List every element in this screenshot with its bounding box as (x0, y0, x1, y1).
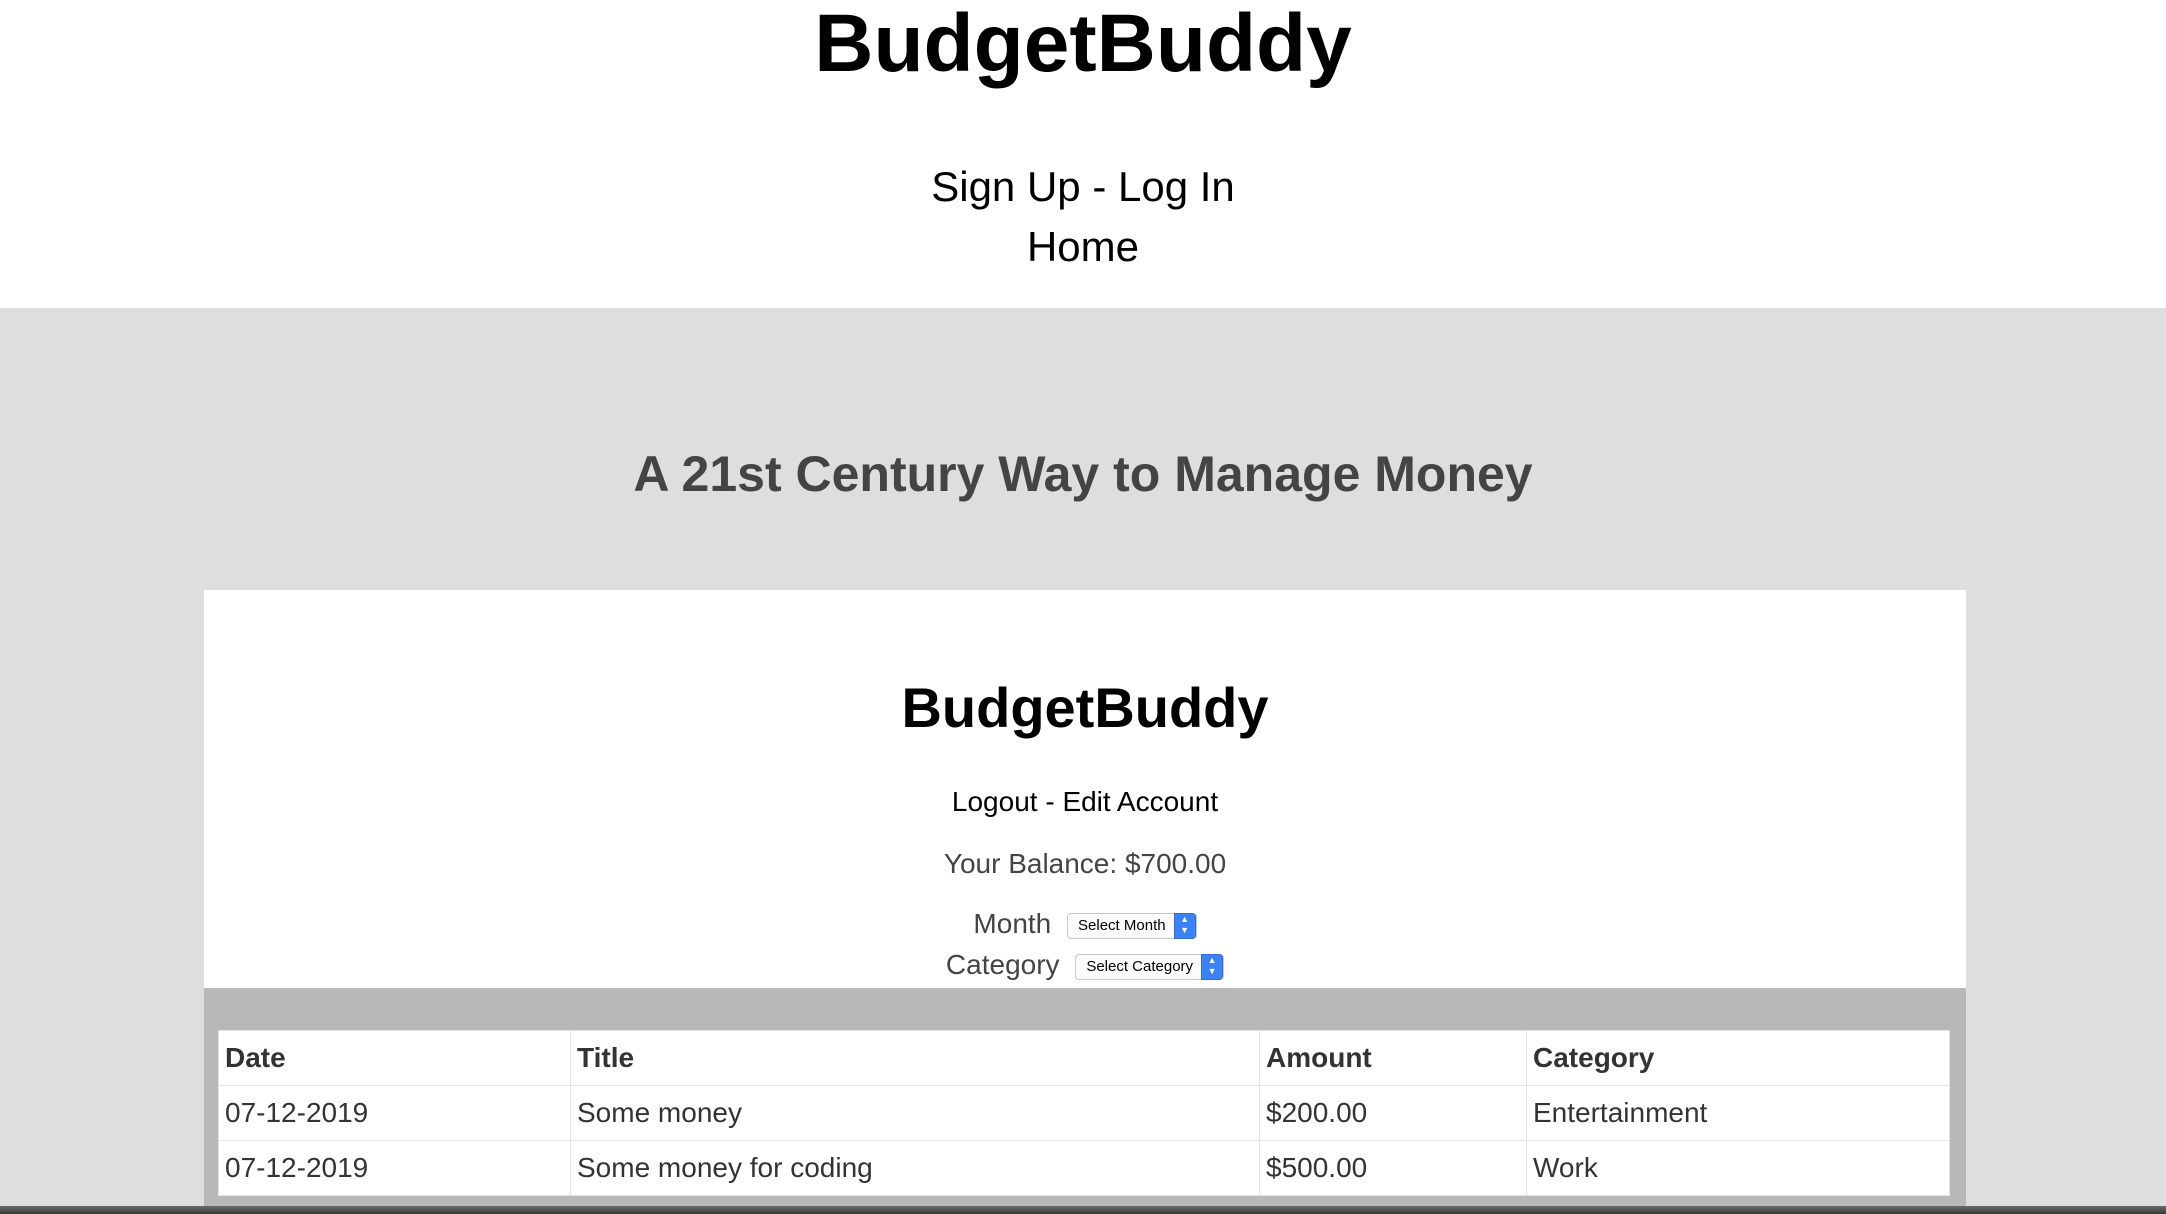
header-home-nav: Home (0, 217, 2166, 277)
category-label: Category (945, 949, 1060, 980)
home-link[interactable]: Home (1027, 223, 1139, 270)
column-header-category: Category (1526, 1030, 1950, 1086)
signup-link[interactable]: Sign Up (931, 163, 1080, 210)
cell-category: Work (1526, 1140, 1950, 1196)
month-filter: Month Select Month ▲ ▼ (204, 906, 1966, 942)
cell-title: Some money (570, 1085, 1260, 1141)
site-title: BudgetBuddy (814, 0, 1352, 89)
select-stepper-icon: ▲ ▼ (1173, 912, 1196, 939)
month-select[interactable]: Select Month ▲ ▼ (1067, 912, 1197, 939)
tagline: A 21st Century Way to Manage Money (633, 446, 1533, 502)
column-header-title: Title (570, 1030, 1260, 1086)
column-header-amount: Amount (1259, 1030, 1527, 1086)
account-nav: Logout - Edit Account (204, 784, 1966, 820)
cell-amount: $500.00 (1259, 1140, 1527, 1196)
app-title: BudgetBuddy (901, 676, 1269, 739)
logout-link[interactable]: Logout (952, 786, 1038, 817)
cell-date: 07-12-2019 (218, 1085, 571, 1141)
category-filter: Category Select Category ▲ ▼ (204, 947, 1966, 983)
cell-title: Some money for coding (570, 1140, 1260, 1196)
site-header: BudgetBuddy Sign Up - Log In Home (0, 0, 2166, 308)
hero-section: A 21st Century Way to Manage Money Budge… (0, 308, 2166, 1206)
month-select-value: Select Month (1078, 916, 1166, 934)
table-row: 07-12-2019 Some money $200.00 Entertainm… (218, 1085, 1950, 1141)
table-header-row: Date Title Amount Category (218, 1030, 1950, 1086)
edit-account-link[interactable]: Edit Account (1062, 786, 1218, 817)
balance-text: Your Balance: $700.00 (943, 848, 1227, 879)
nav-separator: - (1092, 163, 1107, 210)
login-link[interactable]: Log In (1118, 163, 1235, 210)
month-label: Month (973, 908, 1052, 939)
category-select[interactable]: Select Category ▲ ▼ (1075, 953, 1225, 980)
cell-date: 07-12-2019 (218, 1140, 571, 1196)
select-stepper-icon: ▲ ▼ (1201, 953, 1224, 980)
app-preview-frame: BudgetBuddy Logout - Edit Account Your B… (204, 590, 1966, 1206)
cell-category: Entertainment (1526, 1085, 1950, 1141)
transactions-panel: Date Title Amount Category 07-12-2019 So… (204, 988, 1966, 1206)
table-row: 07-12-2019 Some money for coding $500.00… (218, 1140, 1950, 1196)
account-nav-separator: - (1045, 786, 1055, 817)
category-select-value: Select Category (1086, 957, 1194, 975)
header-auth-nav: Sign Up - Log In (0, 157, 2166, 217)
bottom-edge-bar (0, 1206, 2166, 1214)
cell-amount: $200.00 (1259, 1085, 1527, 1141)
column-header-date: Date (218, 1030, 571, 1086)
transactions-table: Date Title Amount Category 07-12-2019 So… (218, 1030, 1950, 1196)
